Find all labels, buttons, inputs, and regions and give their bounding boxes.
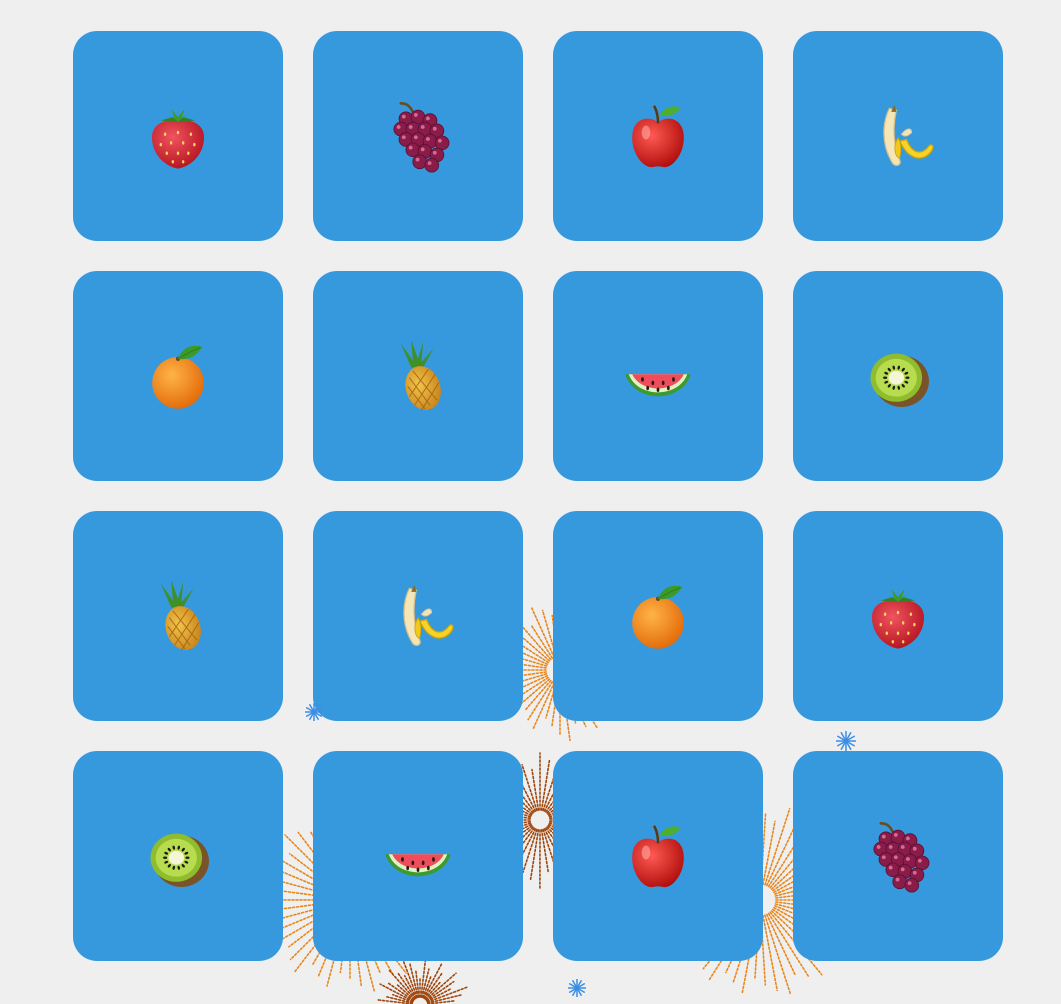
memory-card[interactable] bbox=[313, 271, 523, 481]
orange-icon bbox=[615, 573, 701, 659]
orange-icon bbox=[135, 333, 221, 419]
memory-card[interactable] bbox=[313, 511, 523, 721]
memory-card[interactable] bbox=[793, 511, 1003, 721]
grapes-icon bbox=[375, 93, 461, 179]
memory-card[interactable] bbox=[73, 31, 283, 241]
grapes-icon bbox=[855, 813, 941, 899]
memory-card[interactable] bbox=[73, 271, 283, 481]
banana-icon bbox=[375, 573, 461, 659]
memory-card[interactable] bbox=[73, 751, 283, 961]
strawberry-icon bbox=[855, 573, 941, 659]
memory-card[interactable] bbox=[313, 31, 523, 241]
kiwi-icon bbox=[135, 813, 221, 899]
pineapple-icon bbox=[375, 333, 461, 419]
memory-card[interactable] bbox=[793, 271, 1003, 481]
apple-icon bbox=[615, 813, 701, 899]
strawberry-icon bbox=[135, 93, 221, 179]
watermelon-icon bbox=[375, 813, 461, 899]
memory-card[interactable] bbox=[73, 511, 283, 721]
watermelon-icon bbox=[615, 333, 701, 419]
memory-card[interactable] bbox=[553, 511, 763, 721]
memory-card[interactable] bbox=[553, 751, 763, 961]
sparkle-icon bbox=[568, 979, 586, 997]
kiwi-icon bbox=[855, 333, 941, 419]
memory-card[interactable] bbox=[793, 751, 1003, 961]
firework-burst bbox=[376, 958, 468, 1004]
pineapple-icon bbox=[135, 573, 221, 659]
apple-icon bbox=[615, 93, 701, 179]
memory-card[interactable] bbox=[313, 751, 523, 961]
memory-card[interactable] bbox=[793, 31, 1003, 241]
memory-card[interactable] bbox=[553, 271, 763, 481]
banana-icon bbox=[855, 93, 941, 179]
memory-card[interactable] bbox=[553, 31, 763, 241]
card-grid bbox=[73, 31, 1003, 961]
